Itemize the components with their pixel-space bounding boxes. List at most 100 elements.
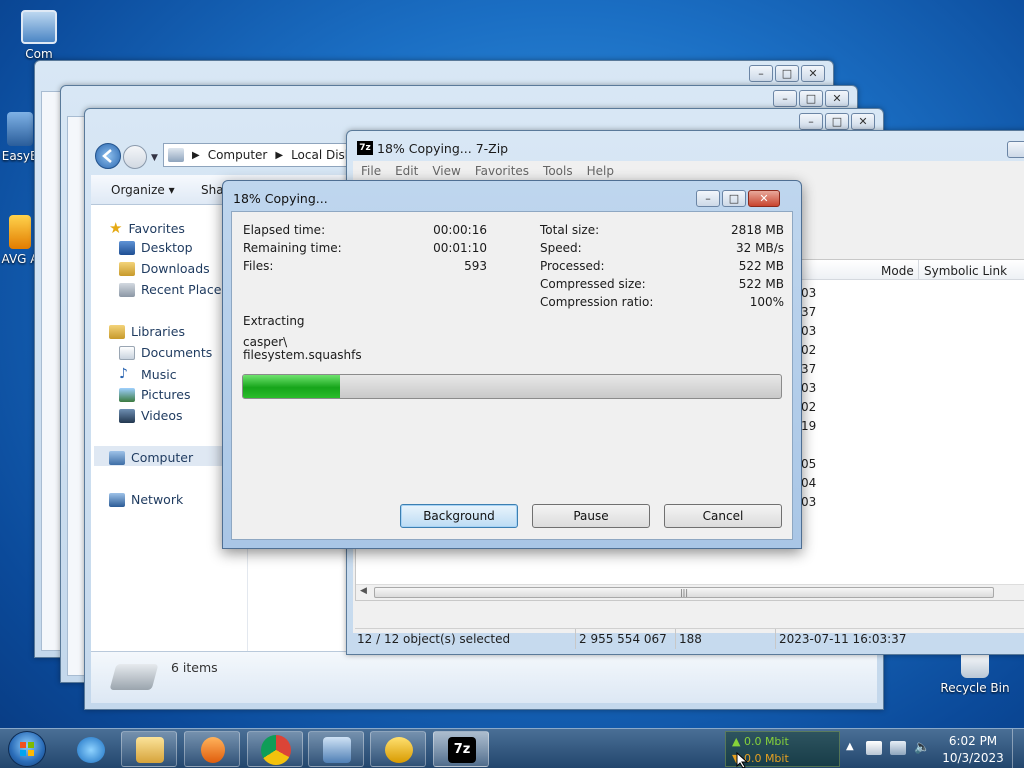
nav-recent-places[interactable]: Recent Places xyxy=(119,282,228,297)
maximize-button[interactable]: □ xyxy=(722,190,746,207)
action-center-icon[interactable] xyxy=(866,741,882,755)
menu-file[interactable]: File xyxy=(361,164,381,178)
desktop-icon-recycle-bin[interactable]: Recycle Bin xyxy=(940,652,1010,695)
taskbar-app[interactable] xyxy=(370,731,426,767)
forward-button[interactable] xyxy=(123,145,147,169)
taskbar-network-app[interactable] xyxy=(308,731,364,767)
network-icon xyxy=(109,492,125,507)
caption-buttons: – □ ✕ xyxy=(799,113,875,130)
minimize-button[interactable]: – xyxy=(696,190,720,207)
column-symbolic-link[interactable]: Symbolic Link xyxy=(924,264,1007,278)
list-item[interactable]: 37 xyxy=(801,360,816,379)
list-item[interactable]: 03 xyxy=(801,379,816,398)
close-button[interactable]: ✕ xyxy=(825,90,849,107)
compressed-size-label: Compressed size: xyxy=(540,277,646,291)
nav-network[interactable]: Network xyxy=(109,492,183,507)
breadcrumb-separator-icon: ▶ xyxy=(275,149,284,161)
list-item[interactable]: 02 xyxy=(801,341,816,360)
nav-desktop[interactable]: Desktop xyxy=(119,240,193,255)
computer-icon xyxy=(109,450,125,465)
desktop-icon-label: Com xyxy=(25,47,53,61)
breadcrumb-computer[interactable]: Computer xyxy=(208,148,268,162)
copy-progress-dialog[interactable]: 18% Copying... – □ ✕ Elapsed time: 00:00… xyxy=(222,180,802,549)
menu-edit[interactable]: Edit xyxy=(395,164,418,178)
taskbar-ie[interactable] xyxy=(62,731,116,767)
horizontal-scrollbar[interactable]: ◀ ||| xyxy=(356,584,1024,600)
item-count: 6 items xyxy=(171,660,218,675)
menu-favorites[interactable]: Favorites xyxy=(475,164,529,178)
nav-favorites[interactable]: ★ Favorites xyxy=(109,219,185,237)
pictures-icon xyxy=(119,387,135,402)
nav-pictures[interactable]: Pictures xyxy=(119,387,191,402)
show-desktop-button[interactable] xyxy=(1012,729,1024,768)
back-button[interactable] xyxy=(95,143,121,169)
nav-label: Desktop xyxy=(141,240,193,255)
easybcd-icon xyxy=(7,112,33,146)
list-item[interactable]: 03 xyxy=(801,493,816,512)
desktop-icon-label: Recycle Bin xyxy=(940,681,1010,695)
menu-tools[interactable]: Tools xyxy=(543,164,573,178)
compressed-size-value: 522 MB xyxy=(738,277,784,291)
taskbar-chrome[interactable] xyxy=(247,731,303,767)
avg-icon xyxy=(9,215,31,249)
nav-documents[interactable]: Documents xyxy=(119,345,212,360)
nav-libraries[interactable]: Libraries xyxy=(109,324,185,339)
nav-videos[interactable]: Videos xyxy=(119,408,183,423)
nav-downloads[interactable]: Downloads xyxy=(119,261,210,276)
minimize-button[interactable] xyxy=(1007,141,1024,158)
scroll-thumb[interactable]: ||| xyxy=(374,587,994,598)
close-button[interactable]: ✕ xyxy=(748,190,780,207)
organize-button[interactable]: Organize ▾ xyxy=(111,183,175,197)
nav-music[interactable]: ♪ Music xyxy=(119,366,177,382)
caption-buttons: – □ ✕ xyxy=(749,65,825,82)
taskbar-7zip[interactable]: 7z xyxy=(433,731,489,767)
list-item[interactable]: 03 xyxy=(801,284,816,303)
computer-icon xyxy=(21,10,57,44)
progress-bar xyxy=(242,374,782,399)
status-count: 188 xyxy=(679,632,702,646)
show-hidden-icons-icon[interactable]: ▲ xyxy=(846,741,854,752)
videos-icon xyxy=(119,408,135,423)
clock-time[interactable]: 6:02 PM xyxy=(940,734,1006,748)
recent-pages-chevron-icon[interactable]: ▼ xyxy=(151,153,158,163)
status-date: 2023-07-11 16:03:37 xyxy=(779,632,907,646)
menu-help[interactable]: Help xyxy=(587,164,614,178)
volume-icon[interactable]: 🔈 xyxy=(914,741,930,755)
maximize-button[interactable]: □ xyxy=(799,90,823,107)
maximize-button[interactable]: □ xyxy=(825,113,849,130)
scroll-left-icon[interactable]: ◀ xyxy=(360,586,367,596)
network-icon[interactable] xyxy=(890,741,906,755)
close-button[interactable]: ✕ xyxy=(851,113,875,130)
progress-fill xyxy=(243,375,340,398)
list-item[interactable]: 37 xyxy=(801,303,816,322)
minimize-button[interactable]: – xyxy=(773,90,797,107)
list-item[interactable]: 03 xyxy=(801,322,816,341)
current-path: casper\ xyxy=(243,335,288,349)
maximize-button[interactable]: □ xyxy=(775,65,799,82)
status-divider xyxy=(775,629,776,649)
nav-computer[interactable]: Computer xyxy=(109,450,193,465)
background-button[interactable]: Background xyxy=(400,504,518,528)
list-item[interactable]: 04 xyxy=(801,474,816,493)
list-gap xyxy=(801,436,813,455)
minimize-button[interactable]: – xyxy=(749,65,773,82)
list-item[interactable]: 02 xyxy=(801,398,816,417)
folder-icon xyxy=(136,737,164,763)
menu-view[interactable]: View xyxy=(432,164,460,178)
list-item[interactable]: 19 xyxy=(801,417,816,436)
nav-label: Downloads xyxy=(141,261,210,276)
close-button[interactable]: ✕ xyxy=(801,65,825,82)
processed-value: 522 MB xyxy=(738,259,784,273)
taskbar-media-player[interactable] xyxy=(184,731,240,767)
minimize-button[interactable]: – xyxy=(799,113,823,130)
taskbar-explorer[interactable] xyxy=(121,731,177,767)
nav-label: Music xyxy=(141,366,177,382)
list-item[interactable]: 05 xyxy=(801,455,816,474)
desktop-icon-computer[interactable]: Com xyxy=(4,10,74,61)
cancel-button[interactable]: Cancel xyxy=(664,504,782,528)
pause-button[interactable]: Pause xyxy=(532,504,650,528)
clock-date[interactable]: 10/3/2023 xyxy=(940,751,1006,765)
column-mode[interactable]: Mode xyxy=(881,264,914,278)
start-button[interactable] xyxy=(8,731,46,767)
sevenzip-title: 18% Copying... 7-Zip xyxy=(377,141,509,156)
